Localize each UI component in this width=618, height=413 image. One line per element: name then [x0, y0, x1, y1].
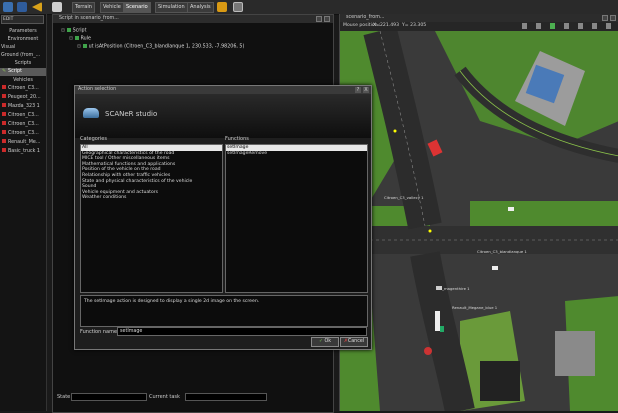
tree-expand-icon: ⊟ [61, 28, 66, 34]
mode-select[interactable]: EDIT [1, 15, 44, 24]
explorer-vehicles-header: Vehicles [13, 78, 33, 83]
grid-tool-icon[interactable] [233, 2, 243, 12]
map-window-titlebar[interactable]: scenario_from... [340, 14, 618, 22]
vehicle-red-icon [2, 103, 6, 107]
script-icon: ✎ [2, 69, 7, 74]
action-selection-dialog: Action selection ? X SCANeR studio Categ… [74, 85, 372, 350]
map-tool-icon[interactable] [592, 23, 597, 29]
map-viewport[interactable] [340, 31, 618, 411]
tab-scenario[interactable]: Scenario [123, 2, 151, 13]
dialog-banner: SCANeR studio [75, 94, 371, 138]
move-tool-icon[interactable] [217, 2, 227, 12]
vehicle-red-icon [2, 139, 6, 143]
script-window-titlebar[interactable]: Script in scenario_from... [53, 15, 333, 23]
close-button[interactable]: X [363, 87, 369, 93]
ok-button[interactable]: ✓ Ok [311, 337, 339, 347]
explorer-item-script[interactable]: ✎ Script [0, 68, 46, 76]
map-tool-icon[interactable] [564, 23, 569, 29]
script-window-title: Script in scenario_from... [59, 16, 119, 21]
vehicle-item[interactable]: Citroen_C3... [0, 85, 48, 93]
state-field [71, 393, 147, 401]
map-tool-icon[interactable] [550, 23, 555, 29]
functions-label: Functions [225, 136, 249, 142]
tree-expand-icon: ⊟ [69, 36, 74, 42]
vehicle-item[interactable]: Citroen_C3... [0, 130, 48, 138]
vehicle-red-icon [2, 121, 6, 125]
help-button[interactable]: ? [355, 87, 361, 93]
explorer-item-parameters[interactable]: Parameters [0, 28, 46, 36]
new-file-icon[interactable] [3, 2, 13, 12]
explorer-item-visual[interactable]: Visual [0, 44, 47, 52]
categories-label: Categories [80, 136, 107, 142]
tree-node-condition[interactable]: ⊟ ut isAtPosition (Citroen_C3_blandlanqu… [77, 44, 244, 50]
car-logo-icon [83, 108, 99, 118]
vehicle-item[interactable]: Citroen_C3... [0, 121, 48, 129]
vehicle-red-icon [2, 94, 6, 98]
minimize-icon[interactable] [316, 16, 322, 22]
map-tool-icon[interactable] [536, 23, 541, 29]
tree-check-icon [66, 28, 71, 32]
vehicle-item[interactable]: Peugeot_20... [0, 94, 48, 102]
map-tool-icon[interactable] [522, 23, 527, 29]
scaner-logo-text: SCANeR studio [105, 110, 158, 118]
blank-tool-icon[interactable] [52, 2, 62, 12]
tab-vehicle[interactable]: Vehicle [100, 2, 124, 13]
tree-node-rule[interactable]: ⊟ Rule [69, 36, 91, 42]
state-label: State [57, 394, 71, 400]
categories-list[interactable]: All Geographical characteristics of the … [80, 144, 223, 293]
current-task-label: Current task [149, 394, 180, 400]
close-icon[interactable] [324, 16, 330, 22]
map-window[interactable]: scenario_from... Mouse position : X=221.… [339, 14, 618, 411]
description-text: The setImage action is designed to displ… [84, 299, 260, 304]
vehicle-label: Citroen_C3_vallecy 1 [384, 195, 424, 200]
minimize-icon[interactable] [602, 15, 608, 21]
vehicle-item[interactable]: Mazda_323 1 [0, 103, 48, 111]
dialog-title: Action selection [78, 87, 117, 92]
function-name-label: Function name [80, 329, 118, 335]
save-icon[interactable] [17, 2, 27, 12]
map-window-title: scenario_from... [346, 15, 385, 20]
tree-expand-icon: ⊟ [77, 44, 82, 50]
tree-check-icon [82, 44, 87, 48]
vehicle-label: Citroen_C3_blandlanque 1 [477, 249, 527, 254]
functions-list[interactable]: setImage setImageRemove [225, 144, 368, 293]
tree-node-script[interactable]: ⊟ Script [61, 28, 86, 34]
vehicle-item[interactable]: Basic_truck 1 [0, 148, 48, 156]
vehicle-red-icon [2, 85, 6, 89]
function-description: The setImage action is designed to displ… [80, 295, 368, 327]
explorer-item-ground[interactable]: Ground (from_... [0, 52, 47, 60]
check-icon: ✓ [318, 339, 323, 344]
tab-terrain[interactable]: Terrain [72, 2, 95, 13]
tab-simulation[interactable]: Simulation [155, 2, 188, 13]
function-name-input[interactable]: setImage [117, 327, 367, 336]
vehicle-item[interactable]: Renault_Me... [0, 139, 48, 147]
mouse-x-value: X=221.493 [373, 23, 399, 28]
function-item[interactable]: setImageRemove [226, 151, 367, 157]
map-toolbar: Mouse position : X=221.493 Y= 23.305 [340, 22, 618, 31]
category-item[interactable]: Weather conditions [81, 195, 222, 201]
vehicle-red-icon [2, 148, 6, 152]
map-tool-icon[interactable] [606, 23, 611, 29]
scenario-explorer: EDIT Parameters Environment Visual Groun… [0, 14, 47, 411]
explorer-item-scripts[interactable]: Scripts [0, 60, 46, 68]
vehicle-red-icon [2, 112, 6, 116]
current-task-field [185, 393, 267, 401]
close-icon[interactable] [610, 15, 616, 21]
vehicle-label: C3_magenthire 1 [437, 286, 470, 291]
cancel-button[interactable]: ✗Cancel [340, 337, 368, 347]
map-tool-icon[interactable] [578, 23, 583, 29]
vehicle-label: Renault_Megane_blue 1 [452, 305, 498, 310]
vehicle-red-icon [2, 130, 6, 134]
back-arrow-icon[interactable] [32, 2, 42, 12]
main-toolbar: Terrain Vehicle Scenario Simulation Anal… [0, 0, 618, 15]
dialog-titlebar[interactable]: Action selection [75, 86, 371, 94]
tree-check-icon [74, 36, 79, 40]
tab-analysis[interactable]: Analysis [187, 2, 214, 13]
vehicle-item[interactable]: Citroen_C3... [0, 112, 48, 120]
explorer-item-environment[interactable]: Environment [0, 36, 46, 44]
mouse-y-value: Y= 23.305 [402, 23, 427, 28]
